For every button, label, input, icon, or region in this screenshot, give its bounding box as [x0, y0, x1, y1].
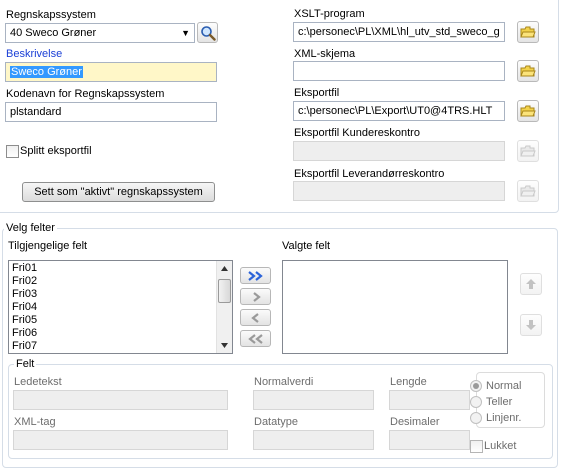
- leverandorreskontro-label: Eksportfil Leverandørreskontro: [294, 168, 445, 180]
- datatype-field: [253, 430, 374, 450]
- desimaler-field: [389, 430, 470, 450]
- kodenavn-value: plstandard: [10, 106, 62, 118]
- radio-normal[interactable]: [470, 380, 482, 392]
- lukket-checkbox[interactable]: [470, 440, 483, 453]
- regnskapssystem-label: Regnskapssystem: [6, 9, 96, 21]
- eksportfil-label: Eksportfil: [294, 87, 340, 99]
- tilgjengelige-items: Fri01 Fri02 Fri03 Fri04 Fri05 Fri06 Fri0…: [9, 261, 232, 353]
- kodenavn-field[interactable]: plstandard: [5, 102, 217, 122]
- search-button[interactable]: [197, 22, 218, 43]
- eksportfil-browse-button[interactable]: [517, 100, 539, 122]
- xml-tag-field: [13, 430, 228, 450]
- leverandorreskontro-browse-button: [517, 180, 539, 202]
- kundereskontro-label: Eksportfil Kundereskontro: [294, 127, 420, 139]
- desimaler-label: Desimaler: [390, 416, 440, 428]
- scroll-down-icon[interactable]: [217, 338, 232, 353]
- regnskapssystem-value: 40 Sweco Grøner: [10, 27, 97, 39]
- list-scrollbar[interactable]: [216, 261, 232, 353]
- chevron-right-icon: [252, 291, 261, 302]
- list-item[interactable]: Fri02: [12, 275, 229, 288]
- lukket-label: Lukket: [484, 440, 517, 452]
- xslt-browse-button[interactable]: [517, 21, 539, 43]
- xslt-label: XSLT-program: [294, 8, 365, 20]
- lengde-field: [389, 390, 470, 410]
- eksportfil-value: c:\personec\PL\Export\UT0@4TRS.HLT: [298, 105, 493, 117]
- tilgjengelige-felt-list[interactable]: Fri01 Fri02 Fri03 Fri04 Fri05 Fri06 Fri0…: [8, 260, 233, 354]
- beskrivelse-label: Beskrivelse: [6, 48, 63, 60]
- scroll-up-icon[interactable]: [217, 261, 232, 276]
- list-item[interactable]: Fri04: [12, 301, 229, 314]
- radio-linjenr[interactable]: [470, 412, 482, 424]
- xml-schema-label: XML-skjema: [294, 48, 356, 60]
- chevron-left-icon: [250, 312, 259, 323]
- splitt-checkbox[interactable]: [6, 145, 19, 158]
- chevron-down-icon[interactable]: ▼: [181, 24, 190, 42]
- datatype-label: Datatype: [254, 416, 299, 428]
- move-up-button: [520, 273, 542, 295]
- folder-icon: [520, 26, 536, 38]
- list-item[interactable]: Fri03: [12, 288, 229, 301]
- radio-normal-label: Normal: [486, 380, 522, 392]
- normalverdi-label: Normalverdi: [254, 376, 314, 388]
- move-left-button[interactable]: [240, 309, 271, 326]
- splitt-label: Splitt eksportfil: [20, 145, 92, 157]
- lengde-label: Lengde: [390, 376, 427, 388]
- kundereskontro-field: [293, 141, 505, 161]
- ledetekst-field: [13, 390, 228, 410]
- move-all-right-button[interactable]: [240, 267, 271, 284]
- radio-teller-label: Teller: [486, 396, 513, 408]
- move-all-left-button[interactable]: [240, 330, 271, 347]
- felt-title: Felt: [14, 358, 37, 371]
- magnifier-icon: [200, 25, 216, 41]
- folder-icon: [520, 185, 536, 197]
- valgte-felt-list[interactable]: [282, 260, 508, 354]
- xslt-value: c:\personec\PL\XML\hl_utv_std_sweco_g: [298, 26, 500, 38]
- radio-linjenr-label: Linjenr.: [486, 412, 522, 424]
- arrow-down-icon: [526, 320, 536, 330]
- list-item[interactable]: Fri06: [12, 327, 229, 340]
- regnskapssystem-select[interactable]: 40 Sweco Grøner ▼: [5, 23, 195, 43]
- xslt-field[interactable]: c:\personec\PL\XML\hl_utv_std_sweco_g: [293, 22, 505, 42]
- folder-icon: [520, 65, 536, 77]
- radio-teller[interactable]: [470, 396, 482, 408]
- tilgjengelige-felt-label: Tilgjengelige felt: [8, 240, 88, 252]
- list-item[interactable]: Fri05: [12, 314, 229, 327]
- kodenavn-label: Kodenavn for Regnskapssystem: [6, 88, 165, 100]
- double-chevron-left-icon: [247, 333, 263, 344]
- xml-browse-button[interactable]: [517, 60, 539, 82]
- scroll-thumb[interactable]: [218, 279, 231, 303]
- beskrivelse-value: Sweco Grøner: [10, 66, 83, 78]
- folder-icon: [520, 105, 536, 117]
- beskrivelse-field[interactable]: Sweco Grøner: [5, 62, 217, 82]
- leverandorreskontro-field: [293, 181, 505, 201]
- xml-schema-field[interactable]: [293, 61, 505, 81]
- sett-aktivt-button[interactable]: Sett som "aktivt" regnskapssystem: [22, 182, 215, 202]
- valgte-felt-label: Valgte felt: [282, 240, 331, 252]
- xml-tag-label: XML-tag: [14, 416, 56, 428]
- move-down-button: [520, 314, 542, 336]
- velg-felter-title: Velg felter: [4, 222, 57, 235]
- folder-icon: [520, 145, 536, 157]
- list-item[interactable]: Fri01: [12, 262, 229, 275]
- normalverdi-field: [253, 390, 374, 410]
- double-chevron-right-icon: [247, 270, 263, 281]
- kundereskontro-browse-button: [517, 140, 539, 162]
- list-item[interactable]: Fri07: [12, 340, 229, 353]
- arrow-up-icon: [526, 279, 536, 289]
- eksportfil-field[interactable]: c:\personec\PL\Export\UT0@4TRS.HLT: [293, 101, 505, 121]
- ledetekst-label: Ledetekst: [14, 376, 62, 388]
- move-right-button[interactable]: [240, 288, 271, 305]
